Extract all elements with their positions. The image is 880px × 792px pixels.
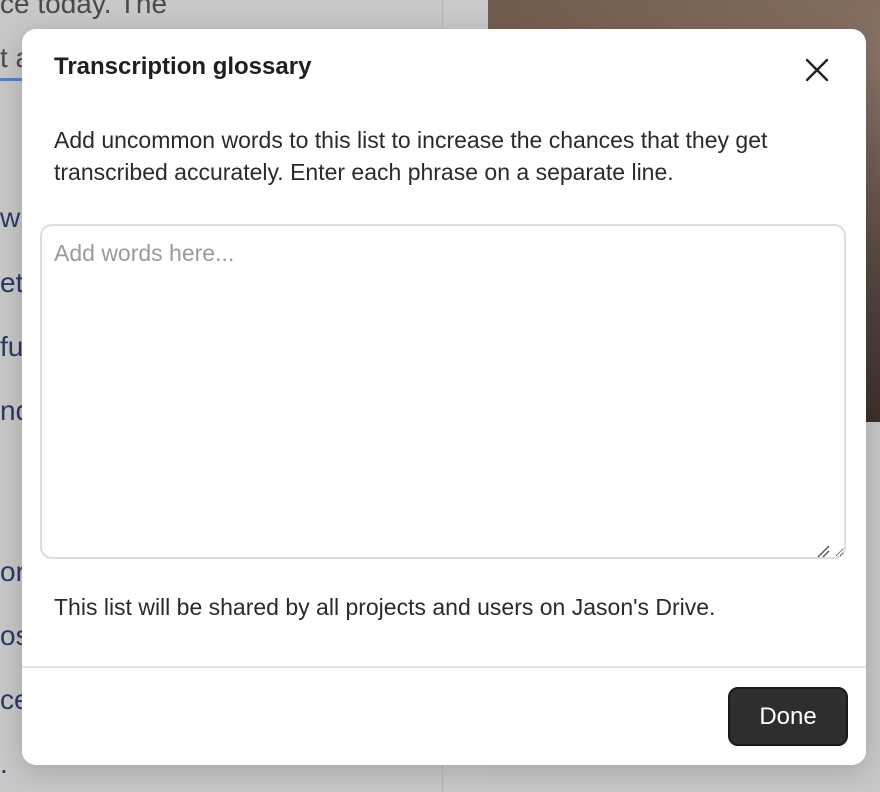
editor-fragment: . — [0, 748, 8, 779]
close-icon — [805, 58, 829, 82]
dialog-description: Add uncommon words to this list to incre… — [54, 127, 768, 185]
shared-list-note: This list will be shared by all projects… — [54, 594, 716, 620]
dialog-title: Transcription glossary — [54, 53, 312, 80]
editor-top-line: ce today. The — [0, 0, 168, 19]
transcription-glossary-dialog: Transcription glossary Add uncommon word… — [22, 29, 866, 765]
close-button[interactable] — [798, 51, 836, 89]
footer-divider — [22, 666, 866, 668]
glossary-words-input[interactable] — [40, 224, 846, 559]
done-button[interactable]: Done — [728, 687, 848, 746]
editor-underline — [0, 78, 22, 81]
resize-handle-icon[interactable] — [816, 544, 830, 558]
editor-fragment: fu — [0, 331, 24, 362]
